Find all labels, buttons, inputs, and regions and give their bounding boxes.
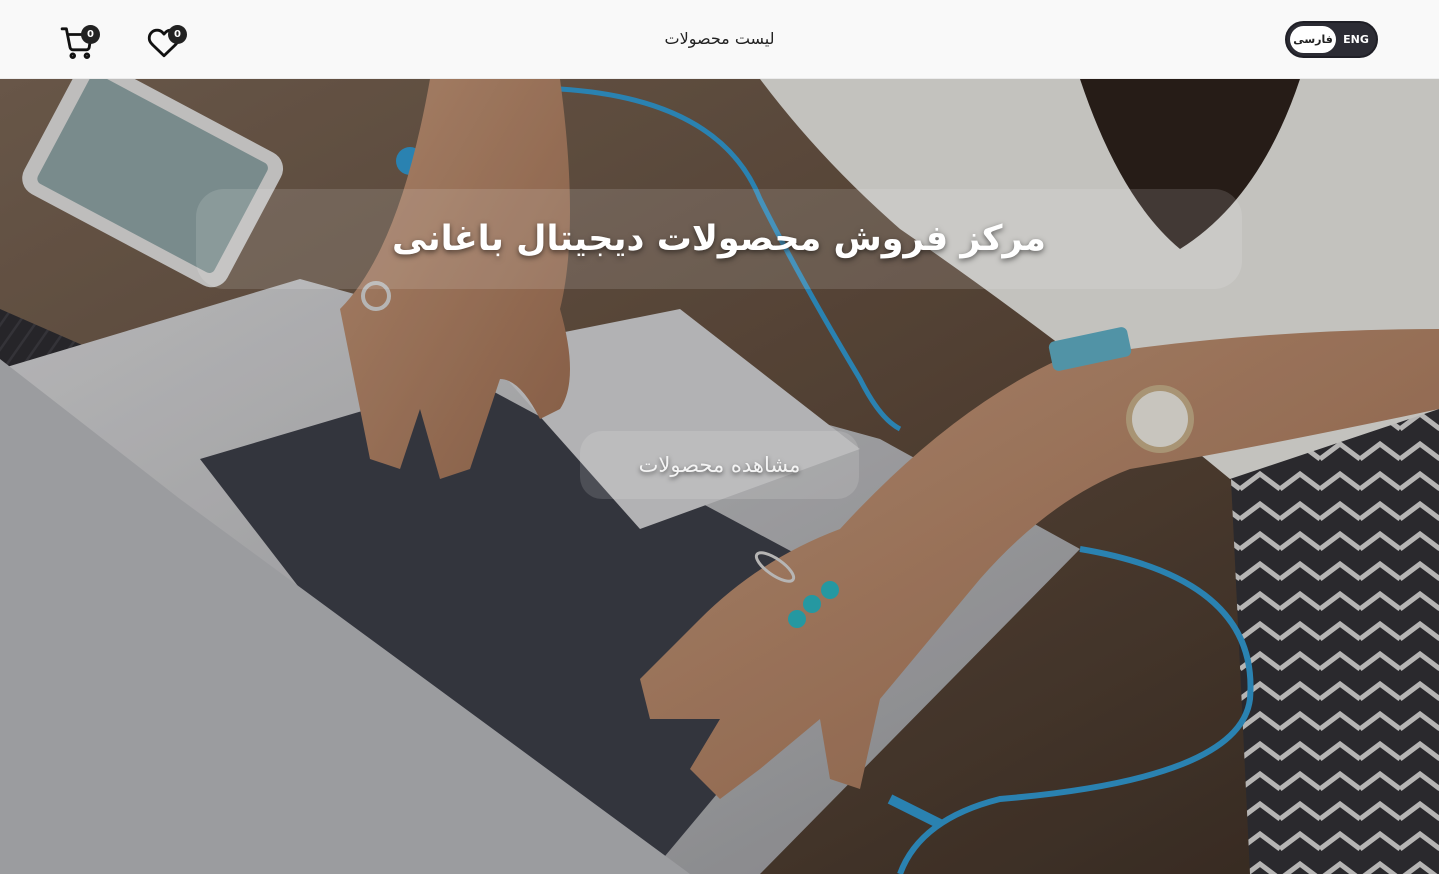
- language-option-farsi[interactable]: فارسی: [1290, 26, 1336, 53]
- language-option-english[interactable]: ENG: [1337, 26, 1375, 53]
- product-list-link[interactable]: لیست محصولات: [0, 29, 1439, 48]
- hero-title-card: مرکز فروش محصولات دیجیتال باغانی: [196, 189, 1242, 289]
- hero-title: مرکز فروش محصولات دیجیتال باغانی: [392, 219, 1046, 259]
- view-products-button[interactable]: مشاهده محصولات: [580, 431, 859, 499]
- hero-banner: مرکز فروش محصولات دیجیتال باغانی مشاهده …: [0, 79, 1439, 874]
- navbar: 0 0 لیست محصولات فارسی ENG: [0, 0, 1439, 79]
- language-toggle[interactable]: فارسی ENG: [1285, 21, 1378, 58]
